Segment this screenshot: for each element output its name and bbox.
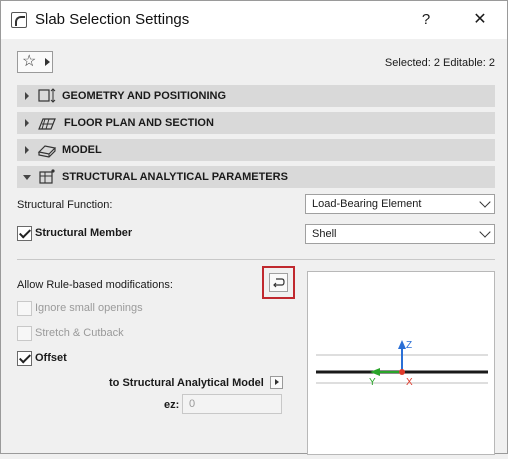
expand-arrow-icon — [25, 92, 29, 100]
ignore-small-openings-checkbox[interactable] — [17, 301, 32, 316]
structural-member-label: Structural Member — [35, 227, 133, 239]
target-model-menu-button[interactable] — [270, 376, 283, 389]
floor-plan-icon — [38, 118, 56, 130]
target-model-label: to Structural Analytical Model — [109, 377, 264, 389]
dialog-window: Slab Selection Settings ? ✕ ☆ Selected: … — [0, 0, 508, 455]
collapse-arrow-icon — [23, 175, 31, 180]
selection-info: Selected: 2 Editable: 2 — [384, 57, 495, 69]
structural-function-select[interactable]: Load-Bearing Element — [305, 194, 495, 214]
slab-preview: Z Y X — [307, 271, 495, 455]
star-icon: ☆ — [22, 53, 37, 70]
panel-structural-analytical[interactable]: STRUCTURAL ANALYTICAL PARAMETERS — [17, 166, 495, 188]
offset-checkbox[interactable] — [17, 351, 32, 366]
preview-diagram: Z Y X — [316, 340, 488, 388]
rule-based-label: Allow Rule-based modifications: — [17, 279, 173, 291]
expand-arrow-icon — [25, 119, 29, 127]
structural-member-select[interactable]: Shell — [305, 224, 495, 244]
structural-icon — [39, 169, 55, 184]
help-button[interactable]: ? — [415, 9, 437, 31]
stretch-cutback-checkbox[interactable] — [17, 326, 32, 341]
expand-arrow-icon — [25, 146, 29, 154]
section-divider — [17, 259, 495, 260]
panel-label: STRUCTURAL ANALYTICAL PARAMETERS — [62, 171, 288, 183]
offset-label: Offset — [35, 352, 67, 364]
panel-label: MODEL — [62, 144, 102, 156]
favorites-button[interactable]: ☆ — [17, 51, 53, 73]
origin-point — [399, 369, 405, 375]
model-icon — [37, 145, 57, 158]
structural-function-value: Load-Bearing Element — [312, 198, 422, 210]
structural-member-checkbox[interactable] — [17, 226, 32, 241]
z-axis-arrow — [398, 340, 406, 349]
panel-floor-plan-section[interactable]: FLOOR PLAN AND SECTION — [17, 112, 495, 134]
chevron-down-icon — [479, 226, 491, 238]
chevron-down-icon — [479, 196, 491, 208]
panel-label: GEOMETRY AND POSITIONING — [62, 90, 226, 102]
panel-geometry-positioning[interactable]: GEOMETRY AND POSITIONING — [17, 85, 495, 107]
z-axis-label: Z — [406, 340, 412, 351]
ez-input[interactable]: 0 — [182, 394, 282, 414]
rule-based-button[interactable] — [262, 266, 295, 299]
close-button[interactable]: ✕ — [469, 9, 491, 31]
title-bar: Slab Selection Settings ? ✕ — [1, 1, 507, 39]
ez-label: ez: — [164, 399, 180, 411]
structural-function-label: Structural Function: — [17, 199, 113, 211]
y-axis-label: Y — [369, 377, 376, 388]
stretch-cutback-label: Stretch & Cutback — [35, 327, 124, 339]
x-axis-label: X — [406, 377, 413, 388]
y-axis-arrow — [370, 368, 380, 376]
structural-member-value: Shell — [312, 228, 337, 240]
panel-label: FLOOR PLAN AND SECTION — [64, 117, 214, 129]
chevron-right-icon — [45, 58, 50, 66]
checkmark-icon — [18, 351, 32, 364]
geometry-icon — [38, 88, 56, 103]
ignore-small-openings-label: Ignore small openings — [35, 302, 143, 314]
dialog-title: Slab Selection Settings — [35, 11, 190, 28]
checkmark-icon — [18, 226, 32, 239]
panel-model[interactable]: MODEL — [17, 139, 495, 161]
archicad-icon — [11, 12, 27, 28]
return-arrow-icon — [269, 273, 288, 292]
